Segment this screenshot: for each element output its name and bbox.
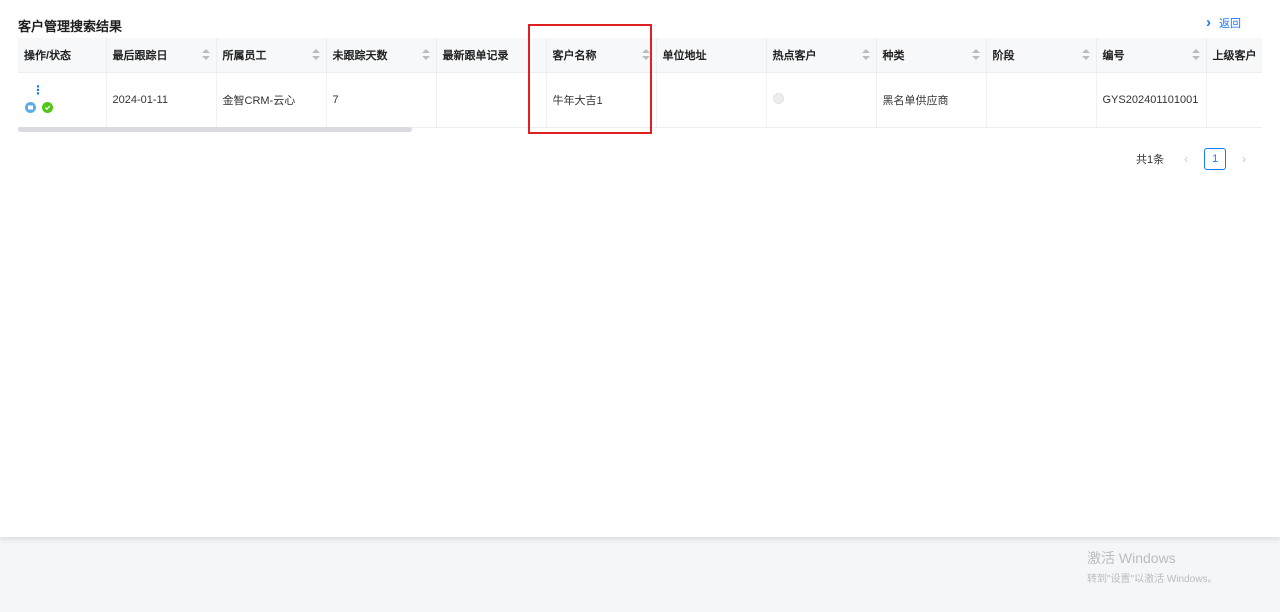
col-header-last-follow-date[interactable]: 最后跟踪日 — [106, 38, 217, 73]
col-header-code[interactable]: 编号 — [1096, 38, 1207, 73]
col-header-address: 单位地址 — [656, 38, 767, 73]
hot-customer-cell — [766, 72, 877, 128]
windows-activation-watermark: 激活 Windows 转到"设置"以激活 Windows。 — [1087, 548, 1217, 585]
prev-page-icon[interactable]: ‹ — [1176, 152, 1196, 166]
parent-customer-cell — [1206, 72, 1262, 128]
customer-type-icon — [25, 102, 36, 113]
operation-cell: ⋮ — [18, 72, 107, 128]
pagination: 共1条 ‹ 1 › — [1136, 148, 1254, 170]
back-label: 返回 — [1219, 18, 1241, 30]
stage-cell — [986, 72, 1097, 128]
sort-icon[interactable] — [641, 49, 650, 61]
last-follow-date-cell: 2024-01-11 — [106, 72, 217, 128]
col-header-customer-name[interactable]: 客户名称 — [546, 38, 657, 73]
col-header-operation: 操作/状态 — [18, 38, 107, 73]
col-header-latest-record: 最新跟单记录 — [436, 38, 547, 73]
next-page-icon[interactable]: › — [1234, 152, 1254, 166]
sort-icon[interactable] — [1191, 49, 1200, 61]
sort-icon[interactable] — [971, 49, 980, 61]
sort-icon[interactable] — [421, 49, 430, 61]
back-button[interactable]: › 返回 — [1206, 15, 1241, 31]
results-table: 操作/状态 最后跟踪日 所属员工 未跟踪天数 最新跟单记录 客户名称 单位地址 … — [18, 38, 1262, 128]
customer-name-cell[interactable]: 牛年大吉1 — [546, 72, 657, 128]
check-status-icon — [42, 102, 53, 113]
pagination-total: 共1条 — [1136, 154, 1165, 166]
page-title: 客户管理搜索结果 — [18, 19, 123, 34]
col-header-parent-customer: 上级客户 — [1206, 38, 1262, 73]
status-icons — [25, 102, 53, 113]
col-header-category[interactable]: 种类 — [876, 38, 987, 73]
latest-record-cell — [436, 72, 547, 128]
horizontal-scrollbar[interactable] — [18, 127, 412, 132]
col-header-employee[interactable]: 所属员工 — [216, 38, 327, 73]
days-not-followed-cell: 7 — [326, 72, 437, 128]
sort-icon[interactable] — [1081, 49, 1090, 61]
category-cell: 黑名单供应商 — [876, 72, 987, 128]
more-options-icon[interactable]: ⋮ — [32, 84, 44, 96]
chevron-right-icon: › — [1206, 14, 1211, 31]
sort-icon[interactable] — [311, 49, 320, 61]
sort-icon[interactable] — [201, 49, 210, 61]
col-header-hot-customer[interactable]: 热点客户 — [766, 38, 877, 73]
code-cell: GYS202401101001 — [1096, 72, 1207, 128]
table-header-row: 操作/状态 最后跟踪日 所属员工 未跟踪天数 最新跟单记录 客户名称 单位地址 … — [18, 38, 1262, 73]
col-header-days-not-followed[interactable]: 未跟踪天数 — [326, 38, 437, 73]
employee-cell: 金智CRM-云心 — [216, 72, 327, 128]
results-table-container: 操作/状态 最后跟踪日 所属员工 未跟踪天数 最新跟单记录 客户名称 单位地址 … — [18, 38, 1262, 130]
hot-customer-indicator-icon[interactable] — [772, 93, 784, 104]
table-row[interactable]: ⋮ 2024-01-11 金智CRM-云心 7 牛年大吉1 黑名单供应商 GYS… — [18, 72, 1262, 128]
sort-icon[interactable] — [861, 49, 870, 61]
watermark-title: 激活 Windows — [1087, 550, 1176, 566]
address-cell — [656, 72, 767, 128]
page-number-button[interactable]: 1 — [1204, 148, 1227, 170]
watermark-subtitle: 转到"设置"以激活 Windows。 — [1087, 574, 1218, 585]
col-header-stage[interactable]: 阶段 — [986, 38, 1097, 73]
results-panel: 客户管理搜索结果 › 返回 操作/状态 最后跟踪日 所属员工 未跟踪天数 最新跟… — [0, 0, 1280, 537]
